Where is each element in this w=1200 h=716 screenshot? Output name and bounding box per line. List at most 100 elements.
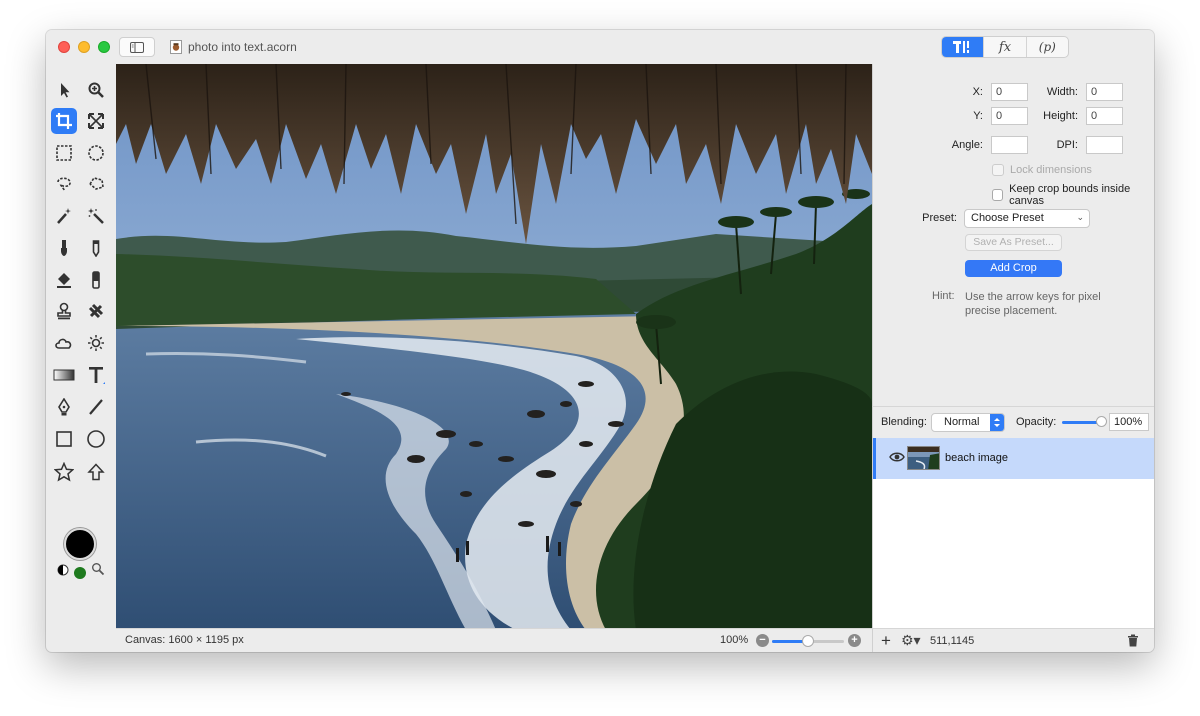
pencil-tool[interactable] (83, 235, 109, 261)
lock-dimensions-box (992, 164, 1004, 176)
opacity-slider[interactable] (1062, 421, 1100, 424)
beach-photo-image[interactable] (116, 64, 872, 630)
dpi-field[interactable] (1086, 136, 1123, 154)
zoom-window-button[interactable] (98, 41, 110, 53)
rect-select-tool[interactable] (51, 140, 77, 166)
magic-wand-icon (57, 208, 71, 224)
keep-crop-bounds-box (992, 189, 1004, 201)
transform-tool[interactable] (83, 108, 109, 134)
opacity-field[interactable]: 100% (1109, 413, 1149, 431)
background-color-swatch[interactable] (74, 567, 86, 579)
tool-inspector-segment[interactable] (942, 37, 985, 57)
height-label: Height: (1043, 110, 1078, 122)
sidebar-icon (130, 41, 144, 53)
pen-tool[interactable] (51, 394, 77, 420)
width-field[interactable]: 0 (1086, 83, 1123, 101)
minimize-window-button[interactable] (78, 41, 90, 53)
dashed-circle-icon (88, 145, 104, 161)
blending-mode-value: Normal (944, 416, 980, 428)
add-crop-button[interactable]: Add Crop (965, 260, 1062, 277)
swap-colors-icon[interactable] (57, 564, 69, 576)
line-icon (89, 399, 103, 415)
canvas-size-label: Canvas: 1600 × 1195 px (125, 634, 244, 646)
text-tool[interactable] (83, 362, 109, 388)
burn-tool[interactable] (51, 330, 77, 356)
color-picker-magnifier-icon[interactable] (91, 562, 105, 576)
eye-icon[interactable] (889, 451, 905, 463)
zoom-slider-knob[interactable] (802, 635, 814, 647)
canvas-area[interactable] (116, 64, 872, 630)
zoom-in-button[interactable]: + (848, 634, 861, 647)
keep-crop-bounds-checkbox[interactable]: Keep crop bounds inside canvas (992, 183, 1154, 207)
lasso-tool[interactable] (51, 171, 77, 197)
crop-tool[interactable] (51, 108, 77, 134)
clone-tool[interactable] (51, 298, 77, 324)
angle-field[interactable] (991, 136, 1028, 154)
tool-palette (46, 64, 116, 628)
polygon-lasso-tool[interactable] (83, 171, 109, 197)
properties-segment-label: (p) (1038, 40, 1056, 54)
cloud-icon (55, 338, 72, 349)
layer-options-bar: Blending: Normal Opacity: 100% (872, 406, 1154, 438)
preset-dropdown[interactable]: Choose Preset ⌄ (964, 209, 1090, 228)
sun-icon (88, 335, 104, 351)
bandage-icon (88, 303, 104, 319)
brush-icon (61, 240, 67, 256)
lasso-icon (57, 177, 71, 192)
magic-wand-sparkle-icon (88, 208, 104, 224)
heal-tool[interactable] (83, 298, 109, 324)
zoom-out-button[interactable]: − (756, 634, 769, 647)
properties-segment[interactable]: (p) (1027, 37, 1068, 57)
gradient-icon (53, 369, 75, 381)
trash-icon[interactable] (1127, 634, 1139, 647)
paint-bucket-icon (57, 273, 71, 288)
crop-icon (56, 113, 72, 129)
arrow-shape-tool[interactable] (83, 459, 109, 485)
gear-icon[interactable]: ⚙▾ (901, 632, 921, 649)
cursor-coordinates: 511,1145 (930, 635, 975, 647)
instant-alpha-tool[interactable] (83, 203, 109, 229)
ellipse-select-tool[interactable] (83, 140, 109, 166)
rect-shape-tool[interactable] (51, 426, 77, 452)
x-field[interactable]: 0 (991, 83, 1028, 101)
zoom-slider[interactable] (772, 635, 844, 647)
eraser-tool[interactable] (83, 267, 109, 293)
zoom-tool[interactable] (83, 77, 109, 103)
paint-bucket-tool[interactable] (51, 267, 77, 293)
save-as-preset-button[interactable]: Save As Preset... (965, 234, 1062, 251)
add-layer-icon[interactable]: + (881, 631, 891, 651)
sidebar-toggle-button[interactable] (119, 37, 155, 57)
stamp-icon (57, 302, 71, 320)
hint-text: Use the arrow keys for pixel precise pla… (965, 291, 1101, 317)
opacity-slider-knob[interactable] (1096, 416, 1107, 427)
magic-wand-tool[interactable] (51, 203, 77, 229)
y-field[interactable]: 0 (991, 107, 1028, 125)
close-window-button[interactable] (58, 41, 70, 53)
brush-tool[interactable] (51, 235, 77, 261)
dodge-tool[interactable] (83, 330, 109, 356)
line-tool[interactable] (83, 394, 109, 420)
blending-label: Blending: (881, 416, 927, 428)
square-icon (56, 431, 72, 447)
hint-label: Hint: (932, 290, 955, 302)
foreground-color-well[interactable] (64, 528, 96, 560)
gradient-tool[interactable] (51, 362, 77, 388)
blending-mode-dropdown[interactable]: Normal (931, 413, 1005, 432)
height-field[interactable]: 0 (1086, 107, 1123, 125)
expand-arrows-icon (88, 113, 104, 129)
layer-thumbnail (907, 446, 940, 470)
effects-segment[interactable]: fx (984, 37, 1027, 57)
tool-settings-icon (952, 41, 969, 53)
text-t-icon (89, 367, 105, 384)
document-title: photo into text.acorn (170, 39, 297, 55)
move-tool[interactable] (52, 77, 78, 103)
up-arrow-icon (87, 463, 105, 481)
oval-shape-tool[interactable] (83, 426, 109, 452)
title-bar: photo into text.acorn fx (p) (46, 30, 1154, 64)
lock-dimensions-checkbox[interactable]: Lock dimensions (992, 164, 1092, 176)
layers-list: beach image (872, 438, 1154, 628)
arrow-pointer-icon (61, 83, 70, 98)
layer-row[interactable]: beach image (873, 438, 1154, 479)
acorn-document-icon (170, 40, 182, 54)
star-shape-tool[interactable] (51, 459, 77, 485)
